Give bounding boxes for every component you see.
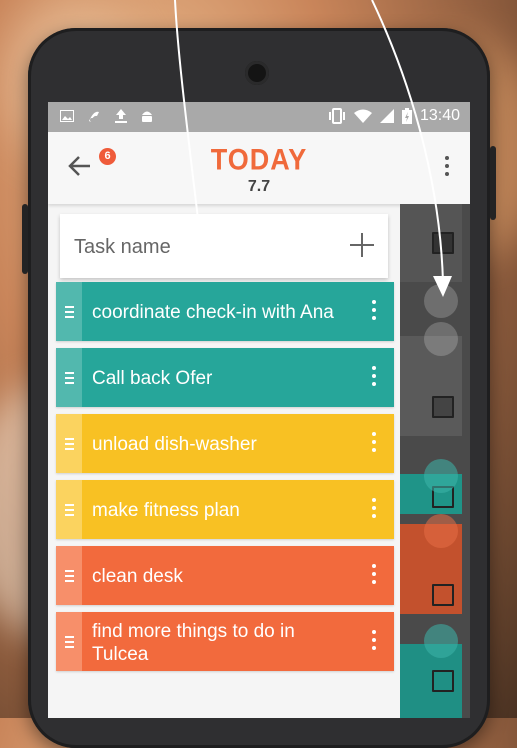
task-menu-icon[interactable] [372, 366, 377, 390]
signal-icon [379, 109, 394, 123]
unchecked-box-icon [432, 584, 454, 606]
front-camera [245, 61, 269, 85]
bell-icon [424, 459, 458, 493]
status-bar: 13:40 [48, 102, 470, 132]
bell-icon [424, 322, 458, 356]
drag-handle-icon[interactable] [56, 546, 82, 605]
task-label: unload dish-washer [92, 434, 257, 455]
task-label: make fitness plan [92, 500, 240, 521]
drag-handle-icon[interactable] [56, 480, 82, 539]
app-bar: 6 TODAY 7.7 [48, 132, 470, 204]
task-label: clean desk [92, 566, 183, 587]
upload-icon [115, 109, 127, 123]
task-input-card[interactable]: Task name [60, 214, 388, 278]
android-icon [142, 111, 152, 122]
task-label: coordinate check-in with Ana [92, 302, 334, 323]
checked-box-icon [432, 232, 454, 254]
task-row[interactable]: clean desk [56, 546, 394, 605]
task-row[interactable]: make fitness plan [56, 480, 394, 539]
page-title: TODAY [210, 143, 308, 177]
task-row[interactable]: Call back Ofer [56, 348, 394, 407]
task-menu-icon[interactable] [372, 432, 377, 456]
volume-button [490, 146, 496, 220]
wifi-icon [353, 109, 372, 123]
checked-box-icon [432, 396, 454, 418]
page-date: 7.7 [247, 178, 271, 195]
task-menu-icon[interactable] [372, 630, 377, 654]
bell-icon [424, 624, 458, 658]
task-label: Call back Ofer [92, 368, 213, 389]
status-time: 13:40 [419, 107, 460, 124]
overflow-menu-icon[interactable] [444, 156, 450, 180]
image-icon [60, 110, 74, 122]
task-row[interactable]: unload dish-washer [56, 414, 394, 473]
audio-icon [89, 111, 99, 122]
drag-handle-icon[interactable] [56, 348, 82, 407]
peek-row [400, 204, 462, 282]
battery-icon [401, 108, 412, 124]
task-label: find more things to do in Tulcea [92, 621, 295, 665]
side-button [22, 204, 28, 274]
vibrate-icon [328, 108, 345, 124]
drag-handle-icon[interactable] [56, 414, 82, 473]
task-row[interactable]: find more things to do in Tulcea [56, 612, 394, 671]
task-menu-icon[interactable] [372, 498, 377, 522]
drag-handle-icon[interactable] [56, 612, 82, 671]
unchecked-box-icon [432, 670, 454, 692]
app-screen: 13:40 6 TODAY 7.7 Task name coordinate c… [48, 102, 470, 718]
add-task-icon[interactable] [350, 233, 374, 257]
task-row[interactable]: coordinate check-in with Ana [56, 282, 394, 341]
bell-icon [424, 284, 458, 318]
bell-icon [424, 514, 458, 548]
drag-handle-icon[interactable] [56, 282, 82, 341]
task-name-input[interactable]: Task name [74, 236, 171, 259]
task-menu-icon[interactable] [372, 564, 377, 588]
task-menu-icon[interactable] [372, 300, 377, 324]
background-list-peek [400, 204, 470, 718]
